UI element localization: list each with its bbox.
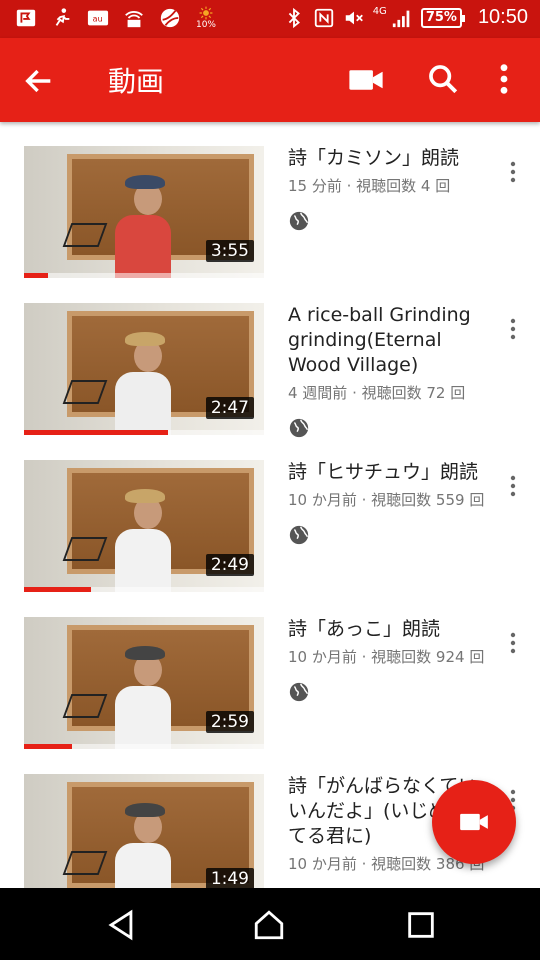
status-bar: au 10% 4G 75% 10:50 [0,0,540,38]
upload-camera-icon[interactable] [348,66,384,94]
au-mail-icon: au [86,6,110,30]
system-navigation-bar [0,888,540,960]
video-title[interactable]: 詩「あっこ」朗読 [288,617,496,642]
video-item[interactable]: 3:55 詩「カミソン」朗読 15 分前 · 視聴回数 4 回 [0,146,540,286]
video-more-icon[interactable] [505,160,521,184]
nfc-icon [314,8,333,27]
video-info: 10 か月前 · 視聴回数 924 回 [288,648,485,666]
video-duration: 2:59 [205,711,254,733]
back-arrow-icon[interactable] [22,64,56,98]
wifi-mail-icon [122,6,146,30]
notification-icons: au 10% [14,6,218,30]
video-item[interactable]: 2:47 A rice-ball Grinding grinding(Etern… [0,303,540,443]
signal-icon [392,10,410,27]
video-duration: 3:55 [205,240,254,262]
video-duration: 2:47 [205,397,254,419]
video-info: 15 分前 · 視聴回数 4 回 [288,177,451,195]
app-bar: 動画 [0,38,540,122]
watch-progress [24,587,264,592]
video-title[interactable]: A rice-ball Grinding grinding(Eternal Wo… [288,303,496,378]
more-vert-icon[interactable] [492,62,516,96]
watch-progress [24,273,264,278]
watch-progress [24,744,264,749]
video-thumbnail[interactable]: 2:59 [24,617,264,749]
video-list: 3:55 詩「カミソン」朗読 15 分前 · 視聴回数 4 回 2:47 A r… [0,122,540,888]
system-icons: 4G 75% 10:50 [283,6,528,29]
public-globe-icon [289,682,309,702]
ball-icon [158,6,182,30]
video-item[interactable]: 2:49 詩「ヒサチュウ」朗読 10 か月前 · 視聴回数 559 回 [0,460,540,600]
video-more-icon[interactable] [505,474,521,498]
public-globe-icon [289,211,309,231]
weather-value: 10% [195,20,216,30]
bluetooth-icon [288,7,300,28]
video-thumbnail[interactable]: 3:55 [24,146,264,278]
video-more-icon[interactable] [505,631,521,655]
nav-back-icon[interactable] [104,908,138,942]
video-more-icon[interactable] [505,317,521,341]
public-globe-icon [289,525,309,545]
video-camera-icon [460,813,488,831]
runner-icon [50,6,74,30]
video-info: 4 週間前 · 視聴回数 72 回 [288,384,466,402]
public-globe-icon [289,418,309,438]
search-icon[interactable] [426,62,460,96]
video-item[interactable]: 2:59 詩「あっこ」朗読 10 か月前 · 視聴回数 924 回 [0,617,540,757]
svg-text:au: au [93,14,103,24]
video-title[interactable]: 詩「カミソン」朗読 [288,146,496,171]
clock: 10:50 [477,6,528,28]
video-info: 10 か月前 · 視聴回数 559 回 [288,491,485,509]
video-thumbnail[interactable]: 2:49 [24,460,264,592]
video-thumbnail[interactable]: 2:47 [24,303,264,435]
video-duration: 2:49 [205,554,254,576]
video-title[interactable]: 詩「ヒサチュウ」朗読 [288,460,496,485]
page-title: 動画 [108,65,165,98]
battery-indicator: 75% [420,7,466,28]
watch-progress [24,430,264,435]
flag-notification-icon [14,6,38,30]
nav-recent-apps-icon[interactable] [404,908,438,942]
video-duration: 1:49 [205,868,254,888]
upload-video-fab[interactable] [432,780,516,864]
video-thumbnail[interactable]: 1:49 [24,774,264,888]
weather-sun-icon: 10% [194,6,218,30]
mute-icon [345,11,363,24]
nav-home-icon[interactable] [252,908,286,942]
network-type: 4G [372,6,387,17]
